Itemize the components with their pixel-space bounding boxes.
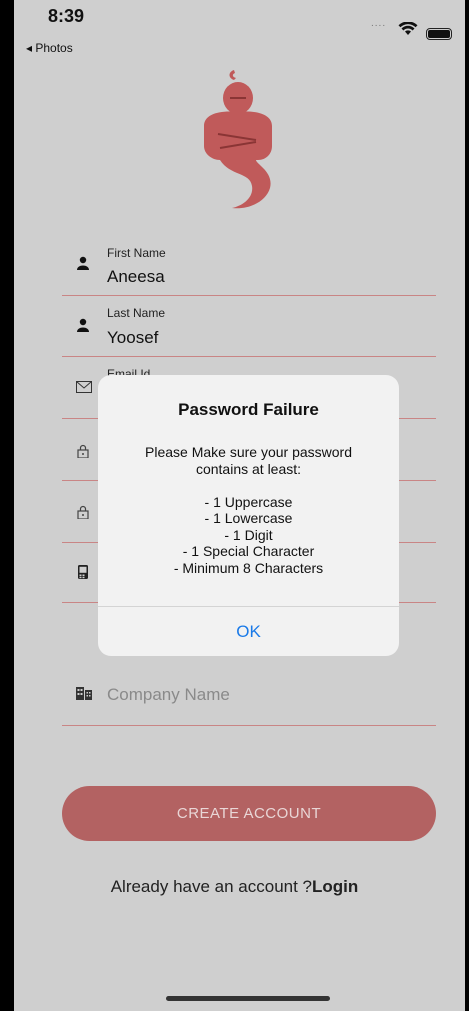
login-prompt-text: Already have an account ? bbox=[110, 877, 313, 896]
device-frame-left bbox=[0, 0, 14, 1011]
envelope-icon bbox=[76, 381, 92, 393]
lock-icon bbox=[77, 444, 89, 458]
building-icon bbox=[76, 687, 92, 700]
device-frame-right bbox=[465, 0, 469, 1011]
alert-title: Password Failure bbox=[178, 400, 319, 419]
login-link[interactable]: Login bbox=[312, 877, 358, 896]
alert-ok-button[interactable]: OK bbox=[98, 607, 399, 656]
first-name-field[interactable]: First Name Aneesa bbox=[62, 238, 436, 296]
back-to-photos-link[interactable]: ◂ Photos bbox=[26, 41, 73, 55]
signal-icon: .... bbox=[371, 18, 387, 29]
last-name-label: Last Name bbox=[107, 306, 166, 320]
company-field[interactable]: Company Name bbox=[62, 665, 436, 726]
lock-icon bbox=[77, 505, 89, 519]
create-account-button[interactable]: CREATE ACCOUNT bbox=[62, 786, 436, 841]
password-failure-alert: Password Failure Please Make sure your p… bbox=[98, 375, 399, 656]
login-prompt: Already have an account ?Login bbox=[0, 877, 469, 897]
status-time: 8:39 bbox=[48, 6, 85, 26]
alert-message: Please Make sure your password contains … bbox=[145, 444, 352, 576]
last-name-field[interactable]: Last Name Yoosef bbox=[62, 296, 436, 357]
home-indicator[interactable] bbox=[166, 996, 330, 1001]
company-placeholder: Company Name bbox=[107, 685, 230, 704]
wifi-icon bbox=[398, 22, 418, 35]
phone-icon bbox=[78, 565, 88, 579]
last-name-value: Yoosef bbox=[107, 328, 159, 347]
user-icon bbox=[77, 256, 89, 270]
first-name-value: Aneesa bbox=[107, 267, 165, 286]
user-icon bbox=[77, 318, 89, 332]
genie-logo-icon bbox=[204, 70, 272, 209]
battery-icon bbox=[426, 28, 452, 40]
first-name-label: First Name bbox=[107, 246, 166, 260]
